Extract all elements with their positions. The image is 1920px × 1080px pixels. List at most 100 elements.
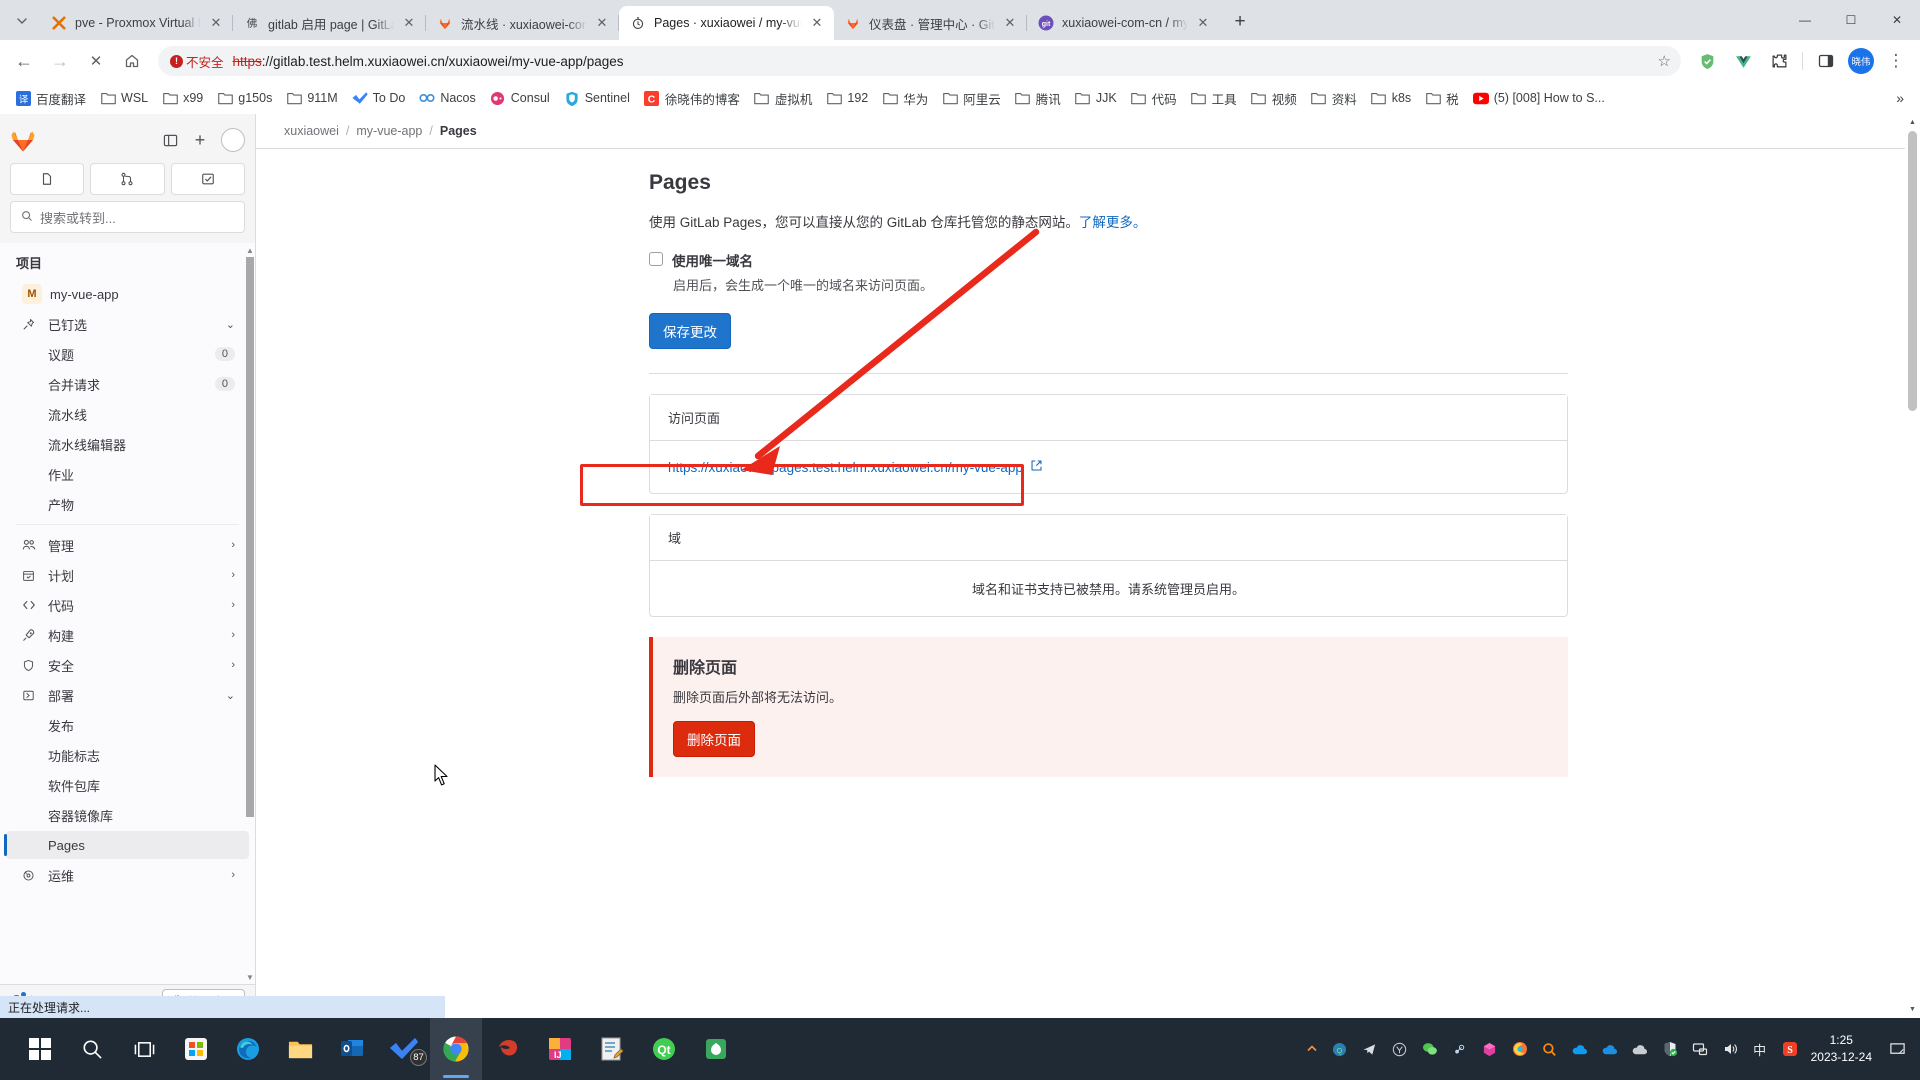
notepad-button[interactable] [586,1018,638,1080]
profile-avatar[interactable]: 晓伟 [1848,48,1874,74]
bookmark-item[interactable]: 腾讯 [1008,86,1068,110]
create-new-button[interactable]: + [185,125,215,155]
save-changes-button[interactable]: 保存更改 [649,313,731,349]
new-tab-button[interactable]: + [1226,8,1254,36]
sidebar-item-manage[interactable]: 管理 › [6,531,249,559]
edge-button[interactable] [222,1018,274,1080]
tray-ime-icon[interactable]: 中 [1745,1018,1775,1080]
todo-button[interactable]: 87 [378,1018,430,1080]
chevron-down-icon[interactable]: ⌄ [226,318,235,331]
sidebar-item-pipelines[interactable]: 流水线 [6,400,249,428]
sidebar-item-merge-requests[interactable]: 合并请求 0 [6,370,249,398]
sidebar-item-issues[interactable]: 议题 0 [6,340,249,368]
navicat-button[interactable] [482,1018,534,1080]
start-button[interactable] [14,1018,66,1080]
tray-onedrive2-icon[interactable] [1595,1018,1625,1080]
bookmark-item[interactable]: JJK [1068,86,1124,110]
close-icon[interactable]: ✕ [400,14,418,32]
scrollbar-thumb[interactable] [1908,131,1917,411]
chrome-button[interactable] [430,1018,482,1080]
microsoft-store-button[interactable] [170,1018,222,1080]
bookmark-item[interactable]: 911M [279,86,344,110]
sidebar-item-plan[interactable]: 计划 › [6,561,249,589]
tray-defender-icon[interactable] [1655,1018,1685,1080]
tray-everything-icon[interactable] [1535,1018,1565,1080]
tray-yy-icon[interactable] [1385,1018,1415,1080]
tray-network-icon[interactable] [1685,1018,1715,1080]
tray-qt-icon[interactable]: Q [1325,1018,1355,1080]
browser-tab[interactable]: 流水线 · xuxiaowei-com-cn / G ✕ [426,6,619,40]
tray-steam-icon[interactable] [1445,1018,1475,1080]
issues-icon[interactable] [10,163,84,195]
qt-button[interactable]: Qt [638,1018,690,1080]
bookmark-item[interactable]: 华为 [875,86,935,110]
bookmark-star-icon[interactable]: ☆ [1658,52,1671,70]
bookmark-item[interactable]: g150s [210,86,279,110]
scroll-up-icon[interactable]: ▲ [246,243,254,257]
scroll-up-icon[interactable]: ▲ [1905,114,1920,131]
learn-more-link[interactable]: 了解更多。 [1079,215,1147,230]
sidebar-item-releases[interactable]: 发布 [6,711,249,739]
search-input[interactable]: 搜索或转到... [10,201,245,233]
chevron-right-icon[interactable]: › [231,629,235,641]
address-bar[interactable]: ! 不安全 https://gitlab.test.helm.xuxiaowei… [158,46,1681,76]
unique-domain-checkbox[interactable] [649,252,663,266]
minimize-button[interactable]: — [1782,3,1828,37]
taskbar-clock[interactable]: 1:25 2023-12-24 [1805,1032,1882,1067]
bookmark-item[interactable]: 代码 [1124,86,1184,110]
sidebar-item-project[interactable]: M my-vue-app [6,280,249,308]
tab-search-button[interactable] [8,7,36,35]
vue-devtools-icon[interactable] [1728,46,1758,76]
close-window-button[interactable]: ✕ [1874,3,1920,37]
bookmark-item[interactable]: To Do [345,86,413,110]
todo-icon[interactable] [171,163,245,195]
tray-cloud-icon[interactable] [1625,1018,1655,1080]
sidebar-item-build[interactable]: 构建 › [6,621,249,649]
page-scrollbar[interactable]: ▲ ▼ [1905,114,1920,1018]
tray-overflow-caret[interactable] [1299,1018,1325,1080]
notification-bell-icon[interactable] [1882,1018,1912,1080]
sidebar-item-container-registry[interactable]: 容器镜像库 [6,801,249,829]
bookmark-item[interactable]: x99 [155,86,210,110]
bookmark-item[interactable]: 工具 [1184,86,1244,110]
browser-tab[interactable]: pve - Proxmox Virtual Environ ✕ [40,6,233,40]
home-button[interactable] [117,46,147,76]
close-icon[interactable]: ✕ [207,14,225,32]
sidebar-item-operations[interactable]: 运维 › [6,861,249,889]
bookmark-item[interactable]: 192 [819,86,875,110]
breadcrumb-project[interactable]: my-vue-app [356,124,422,138]
breadcrumb-group[interactable]: xuxiaowei [284,124,339,138]
intellij-idea-button[interactable]: IJ [534,1018,586,1080]
browser-tab[interactable]: 仪表盘 · 管理中心 · GitLab ✕ [834,6,1027,40]
bookmark-item[interactable]: 虚拟机 [747,86,820,110]
tray-wechat-icon[interactable] [1415,1018,1445,1080]
app-button[interactable] [690,1018,742,1080]
sidebar-item-pipeline-editor[interactable]: 流水线编辑器 [6,430,249,458]
bookmark-item[interactable]: C徐晓伟的博客 [637,86,747,110]
sidebar-toggle-icon[interactable] [155,125,185,155]
scroll-down-icon[interactable]: ▼ [246,970,254,984]
chevron-right-icon[interactable]: › [231,659,235,671]
close-icon[interactable]: ✕ [1194,14,1212,32]
user-avatar[interactable] [221,128,245,152]
sidebar-item-code[interactable]: 代码 › [6,591,249,619]
delete-pages-button[interactable]: 删除页面 [673,721,755,757]
task-view-button[interactable] [118,1018,170,1080]
close-icon[interactable]: ✕ [593,14,611,32]
sidebar-item-jobs[interactable]: 作业 [6,460,249,488]
bookmark-item[interactable]: 视频 [1244,86,1304,110]
scroll-down-icon[interactable]: ▼ [1905,1001,1920,1018]
bookmark-item[interactable]: 译百度翻译 [8,86,93,110]
tray-telegram-icon[interactable] [1355,1018,1385,1080]
sidebar-item-feature-flags[interactable]: 功能标志 [6,741,249,769]
sidebar-scrollbar[interactable]: ▲ ▼ [246,243,254,984]
sidebar-item-package-registry[interactable]: 软件包库 [6,771,249,799]
merge-requests-icon[interactable] [90,163,164,195]
maximize-button[interactable]: ☐ [1828,3,1874,37]
tray-onedrive-icon[interactable] [1565,1018,1595,1080]
bookmark-item[interactable]: 税 [1418,86,1466,110]
chevron-right-icon[interactable]: › [231,869,235,881]
sidebar-item-security[interactable]: 安全 › [6,651,249,679]
tray-firefox-icon[interactable] [1505,1018,1535,1080]
sidebar-item-artifacts[interactable]: 产物 [6,490,249,518]
